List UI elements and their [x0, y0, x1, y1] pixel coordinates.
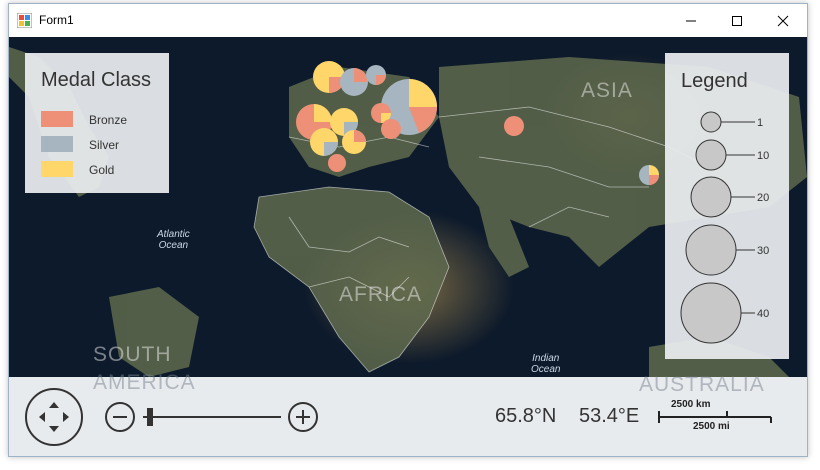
window-title: Form1: [39, 13, 74, 27]
size-legend-value: 20: [757, 192, 769, 204]
medal-pie-bubble[interactable]: [381, 119, 401, 139]
pan-right-icon[interactable]: [63, 412, 69, 422]
app-icon: [17, 13, 32, 28]
maximize-button[interactable]: [714, 4, 760, 37]
app-window: Form1 Atlantic Ocean Indian Ocean ASIA A…: [8, 3, 808, 457]
close-button[interactable]: [760, 4, 806, 37]
navigation-bar: AMERICA AUSTRALIA 65.8°N 53.4°E 2500 km: [9, 371, 807, 456]
size-legend-value: 40: [757, 308, 769, 320]
gold-swatch: [41, 161, 73, 177]
zoom-slider-thumb[interactable]: [147, 408, 153, 426]
gold-label: Gold: [89, 163, 115, 177]
longitude-readout: 53.4°E: [579, 405, 640, 427]
medal-pie-bubble[interactable]: [366, 65, 386, 85]
latitude-readout: 65.8°N: [495, 405, 557, 427]
pan-left-icon[interactable]: [39, 412, 45, 422]
world-map[interactable]: Atlantic Ocean Indian Ocean ASIA AFRICA SO…: [9, 37, 807, 377]
size-legend: Legend 1 10 20 30 40: [665, 53, 789, 359]
pan-control[interactable]: [24, 387, 84, 447]
medal-pie-bubble[interactable]: [328, 154, 346, 172]
pan-up-icon[interactable]: [49, 402, 59, 408]
minimize-button[interactable]: [668, 4, 714, 37]
size-legend-value: 10: [757, 150, 769, 162]
australia-label: AUSTRALIA: [639, 373, 765, 396]
medal-pie-bubble[interactable]: [639, 165, 659, 185]
size-legend-value: 1: [757, 117, 763, 129]
maximize-icon: [732, 15, 742, 26]
medal-pie-bubble[interactable]: [342, 130, 366, 154]
silver-swatch: [41, 136, 73, 152]
scale-mi-label: 2500 mi: [693, 421, 730, 432]
minimize-icon: [686, 20, 696, 21]
pan-down-icon[interactable]: [49, 426, 59, 432]
medal-pie-bubble[interactable]: [310, 128, 338, 156]
zoom-out-button[interactable]: [104, 401, 136, 433]
close-icon: [777, 15, 789, 26]
zoom-in-button[interactable]: [287, 401, 319, 433]
size-legend-circles: 1 10 20 30 40: [680, 111, 769, 344]
size-legend-value: 30: [757, 245, 769, 257]
medal-pie-bubble[interactable]: [504, 116, 524, 136]
medal-pie-bubble[interactable]: [340, 68, 368, 96]
bronze-swatch: [41, 111, 73, 127]
medal-legend-title: Medal Class: [41, 69, 152, 91]
title-bar: Form1: [9, 4, 807, 37]
zoom-slider-track[interactable]: [143, 408, 281, 426]
medal-pie-bubble[interactable]: [313, 61, 345, 93]
bronze-label: Bronze: [89, 113, 128, 127]
medal-class-legend: Medal Class Bronze Silver Gold: [25, 53, 169, 193]
silver-label: Silver: [89, 138, 120, 152]
south-america-label-cont: AMERICA: [93, 371, 196, 394]
